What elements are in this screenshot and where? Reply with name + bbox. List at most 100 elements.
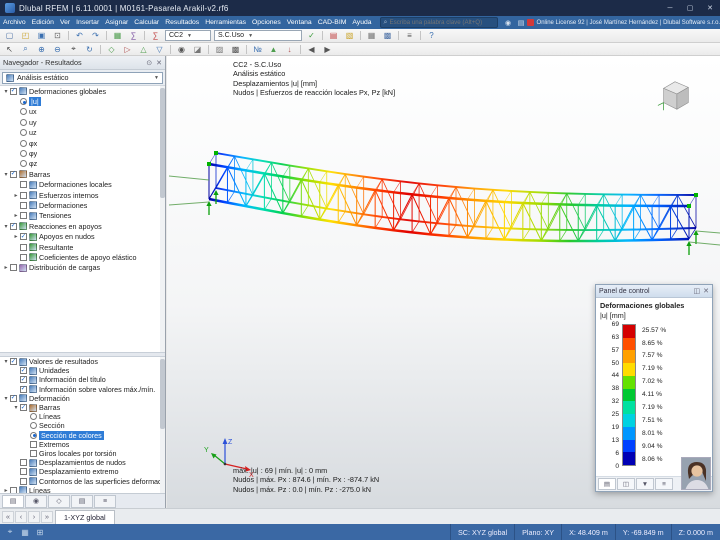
panel-tab-filter[interactable]: ▼ [636, 478, 654, 490]
view-x-icon[interactable]: ▷ [120, 43, 135, 55]
navigator-tab-results[interactable]: ▤ [71, 494, 93, 508]
supports-icon[interactable]: ▲ [266, 43, 281, 55]
check-icon[interactable]: ✓ [304, 30, 319, 42]
expander-icon[interactable]: ▸ [2, 487, 10, 493]
snap-icon[interactable]: ⊞ [33, 526, 47, 538]
tree-item-apoyos-en-nudos[interactable]: ▸ ✓ Apoyos en nudos [0, 231, 165, 241]
clipping-icon[interactable]: ◪ [190, 43, 205, 55]
view-y-icon[interactable]: △ [136, 43, 151, 55]
expander-icon[interactable]: ▾ [2, 88, 10, 95]
navigator-tab-views[interactable]: ◇ [48, 494, 70, 508]
analysis-type-combo[interactable]: Análisis estático ▼ [2, 71, 163, 84]
view-iso-icon[interactable]: ◇ [104, 43, 119, 55]
radio-button[interactable] [20, 129, 27, 137]
menu-ventana[interactable]: Ventana [284, 19, 315, 26]
expander-icon[interactable]: ▾ [12, 404, 20, 411]
tree-item-reacciones-en-apoyos[interactable]: ▾ ✓ Reacciones en apoyos [0, 221, 165, 231]
menu-archivo[interactable]: Archivo [0, 19, 29, 26]
table-icon[interactable]: ▦ [110, 30, 125, 42]
tree-item-deformaciones-locales[interactable]: Deformaciones locales [0, 180, 165, 190]
tree-item-desplazamientos-de-nudos[interactable]: Desplazamientos de nudos [0, 458, 165, 467]
expander-icon[interactable]: ▾ [2, 171, 10, 178]
navigator-tab-display[interactable]: ◉ [25, 494, 47, 508]
user-avatar[interactable] [681, 457, 711, 490]
checkbox[interactable]: ✓ [20, 404, 27, 412]
zoom-window-icon[interactable]: ⌕ [18, 43, 33, 55]
tree-item-x[interactable]: φx [0, 138, 165, 148]
help-icon[interactable]: ? [424, 30, 439, 42]
graphics-viewport[interactable]: ZXY CC2 - S.C.Uso Análisis estático Desp… [167, 56, 720, 508]
menu-cad-bim[interactable]: CAD-BIM [315, 19, 350, 26]
tree-item-ux[interactable]: ux [0, 107, 165, 117]
tree-item-y[interactable]: φy [0, 148, 165, 158]
tab-nav-button-0[interactable]: « [2, 510, 14, 523]
tree-item-giros-locales-por-torsi-n[interactable]: Giros locales por torsión [0, 449, 165, 458]
checkbox[interactable]: ✓ [20, 385, 27, 393]
radio-button[interactable] [30, 431, 37, 439]
tree-item-deformaciones[interactable]: Deformaciones [0, 200, 165, 210]
menu-calcular[interactable]: Calcular [131, 19, 162, 26]
solid-icon[interactable]: ▩ [228, 43, 243, 55]
tree-item-esfuerzos-internos[interactable]: ▸ Esfuerzos internos [0, 190, 165, 200]
colors-icon[interactable]: ▧ [342, 30, 357, 42]
tree-item-barras[interactable]: ▾ ✓ Barras [0, 403, 165, 412]
checkbox[interactable] [20, 477, 27, 485]
checkbox[interactable] [20, 212, 27, 220]
radio-button[interactable] [20, 139, 27, 147]
menu-opciones[interactable]: Opciones [249, 19, 284, 26]
scrollbar[interactable] [160, 86, 165, 352]
tree-item-tensiones[interactable]: ▸ Tensiones [0, 211, 165, 221]
undo-icon[interactable]: ↶ [72, 30, 87, 42]
grid-icon[interactable]: ▦ [18, 526, 32, 538]
checkbox[interactable]: ✓ [20, 367, 27, 375]
checkbox[interactable]: ✓ [20, 233, 27, 241]
checkbox[interactable] [20, 201, 27, 209]
pan-icon[interactable]: ⌖ [66, 43, 81, 55]
checkbox[interactable]: ✓ [10, 223, 17, 230]
loads-icon[interactable]: ↓ [282, 43, 297, 55]
tree-item-distribuci-n-de-cargas[interactable]: ▸ Distribución de cargas [0, 263, 165, 273]
checkbox[interactable] [20, 468, 27, 476]
new-icon[interactable]: ▢ [2, 30, 17, 42]
control-panel-header[interactable]: Panel de control ◫ ✕ [596, 285, 712, 298]
checkbox[interactable]: ✓ [10, 395, 17, 402]
tree-item-informaci-n-sobre-valores-m-x-m-n[interactable]: ✓ Información sobre valores máx./mín. [0, 385, 165, 394]
open-icon[interactable]: ◰ [18, 30, 33, 42]
tree-item-secci-n-de-colores[interactable]: Sección de colores [0, 430, 165, 440]
radio-button[interactable] [20, 118, 27, 126]
zoom-in-icon[interactable]: ⊕ [34, 43, 49, 55]
select-icon[interactable]: ↖ [2, 43, 17, 55]
radio-button[interactable] [20, 108, 27, 116]
pin-icon[interactable]: ⊙ [146, 59, 152, 67]
radio-button[interactable] [30, 413, 37, 421]
tab-nav-button-1[interactable]: ‹ [15, 510, 27, 523]
expander-icon[interactable]: ▾ [2, 395, 10, 402]
checkbox[interactable]: ✓ [10, 358, 17, 366]
render-icon[interactable]: ▩ [380, 30, 395, 42]
checkbox[interactable] [20, 243, 27, 251]
tree-item-desplazamiento-extremo[interactable]: Desplazamiento extremo [0, 467, 165, 476]
close-icon[interactable]: ✕ [703, 287, 709, 295]
checkbox[interactable] [10, 486, 17, 493]
menu-insertar[interactable]: Insertar [73, 19, 102, 26]
close-icon[interactable]: ✕ [156, 59, 162, 67]
coordinate-system-icon[interactable]: ⌖ [3, 526, 17, 538]
calculate-icon[interactable]: ∑ [148, 30, 163, 42]
wireframe-icon[interactable]: ▨ [212, 43, 227, 55]
tree-item-barras[interactable]: ▾ ✓ Barras [0, 169, 165, 179]
checkbox[interactable] [20, 459, 27, 467]
menu-herramientas[interactable]: Herramientas [202, 19, 249, 26]
radio-button[interactable] [20, 98, 27, 106]
tree-item-deformaci-n[interactable]: ▾ ✓ Deformación [0, 394, 165, 403]
tree-item-deformaciones-globales[interactable]: ▾ ✓ Deformaciones globales [0, 86, 165, 96]
tree-item-resultante[interactable]: Resultante [0, 242, 165, 252]
visibility-icon[interactable]: ◉ [174, 43, 189, 55]
radio-button[interactable] [20, 160, 27, 168]
prev-view-icon[interactable]: ◀ [304, 43, 319, 55]
expander-icon[interactable]: ▾ [2, 358, 10, 365]
expander-icon[interactable]: ▾ [2, 223, 10, 230]
checkbox[interactable] [30, 440, 37, 448]
expander-icon[interactable]: ▸ [2, 264, 10, 271]
checkbox[interactable] [10, 264, 17, 272]
panel-tab-settings[interactable]: ≡ [655, 478, 673, 490]
